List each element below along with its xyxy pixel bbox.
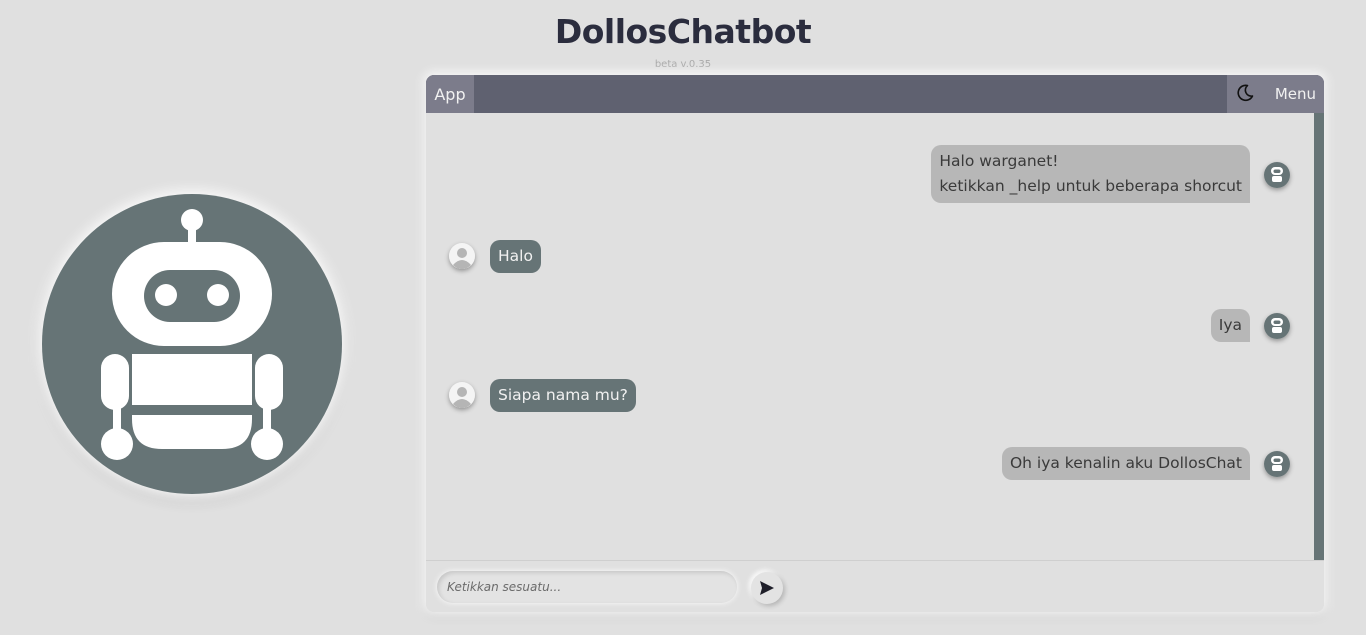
message-line: Iya (1218, 316, 1242, 334)
user-icon (449, 243, 475, 269)
message-list: Halo warganet! ketikkan _help untuk bebe… (426, 113, 1314, 560)
chatbot-page: DollosChatbot beta v.0.35 App Menu Halo … (0, 0, 1366, 635)
menu-button[interactable]: Menu (1275, 75, 1316, 113)
top-bar: App Menu (426, 75, 1324, 113)
message-line: Halo warganet! (939, 152, 1059, 170)
top-bar-actions: Menu (1227, 75, 1324, 113)
message-input[interactable] (437, 571, 737, 603)
chat-window: App Menu Halo warganet! ketikkan _help u… (426, 75, 1324, 612)
bot-avatar (1264, 451, 1290, 477)
bot-avatar (1264, 162, 1290, 188)
version-label: beta v.0.35 (654, 59, 712, 70)
bot-message: Oh iya kenalin aku DollosChat (1001, 447, 1250, 480)
app-title: DollosChatbot (554, 12, 812, 51)
input-bar (426, 560, 1324, 612)
message-line: Halo (498, 247, 533, 265)
robot-icon (101, 209, 283, 460)
message-line: Oh iya kenalin aku DollosChat (1009, 454, 1242, 472)
message-line: Siapa nama mu? (498, 386, 628, 404)
moon-icon[interactable] (1235, 83, 1255, 103)
app-button[interactable]: App (426, 75, 474, 113)
send-button[interactable] (751, 572, 783, 604)
bot-message: Iya (1210, 309, 1250, 342)
robot-icon (1264, 162, 1290, 188)
user-message: Siapa nama mu? (490, 379, 636, 412)
send-icon (760, 581, 774, 595)
scrollbar[interactable] (1314, 113, 1324, 560)
robot-icon (1264, 313, 1290, 339)
user-avatar (449, 243, 475, 269)
message-line: ketikkan _help untuk beberapa shorcut (939, 177, 1242, 195)
user-avatar (449, 382, 475, 408)
bot-avatar (1264, 313, 1290, 339)
user-icon (449, 382, 475, 408)
bot-message: Halo warganet! ketikkan _help untuk bebe… (931, 145, 1250, 203)
robot-icon (1264, 451, 1290, 477)
user-message: Halo (490, 240, 541, 273)
robot-avatar-large (42, 194, 342, 494)
